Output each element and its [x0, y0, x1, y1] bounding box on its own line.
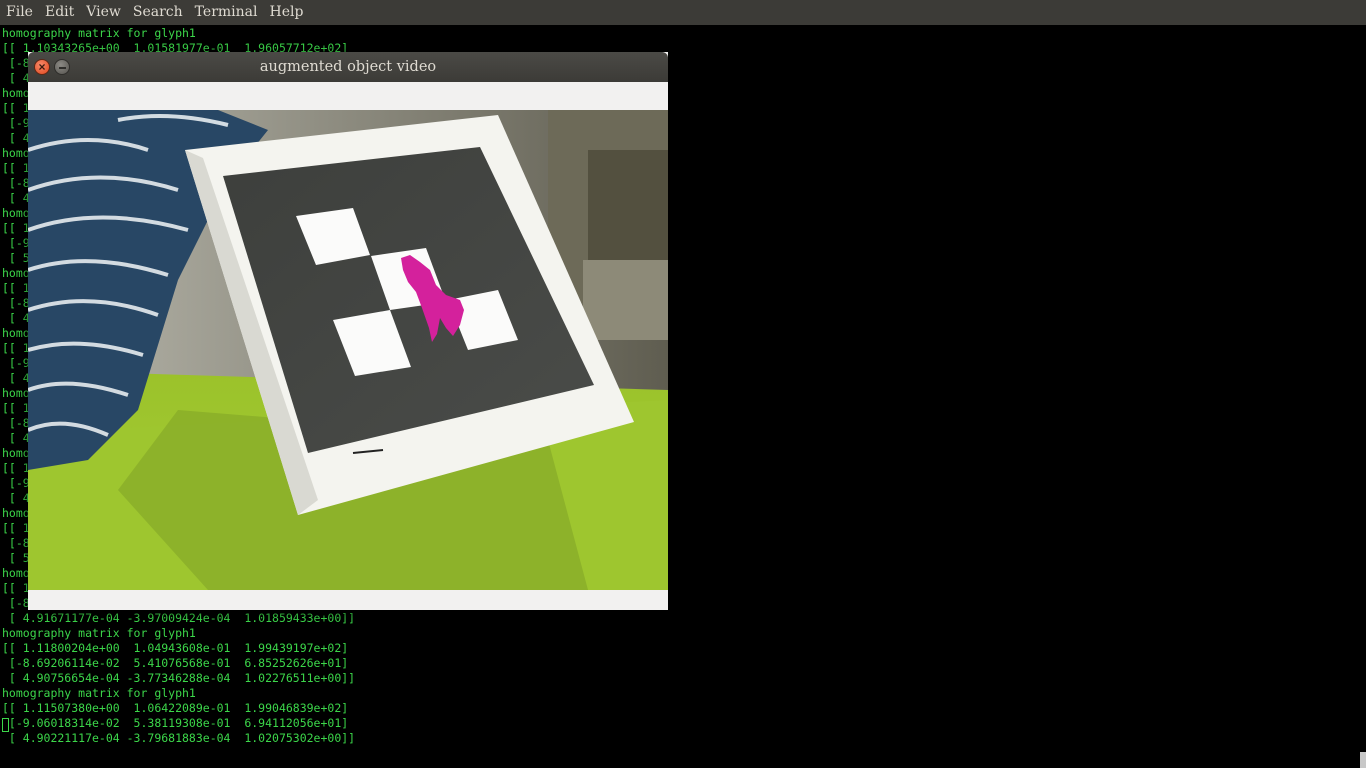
- video-frame: [28, 110, 668, 590]
- terminal-line: [ 4: [2, 431, 30, 445]
- menu-view[interactable]: View: [80, 0, 127, 25]
- terminal-line: [-9.06018314e-02 5.38119308e-01 6.941120…: [2, 716, 349, 730]
- terminal-line: [ 4.91671177e-04 -3.97009424e-04 1.01859…: [2, 611, 356, 625]
- terminal-line: [-8: [2, 536, 30, 550]
- terminal-line: [[ 1: [2, 101, 30, 115]
- terminal-line: [ 4.90221117e-04 -3.79681883e-04 1.02075…: [2, 731, 356, 745]
- terminal-line: [-9: [2, 356, 30, 370]
- terminal-line: homography matrix for glyph1: [2, 686, 196, 700]
- terminal-line: homography matrix for glyph1: [2, 626, 196, 640]
- terminal-line: [[ 1: [2, 221, 30, 235]
- terminal-line: [-8: [2, 596, 30, 610]
- menubar: File Edit View Search Terminal Help: [0, 0, 1366, 25]
- terminal-line: homo: [2, 86, 30, 100]
- terminal-line: [-8: [2, 296, 30, 310]
- terminal-line: [ 4: [2, 71, 30, 85]
- terminal-line: homo: [2, 206, 30, 220]
- terminal-line: homo: [2, 266, 30, 280]
- terminal-line: [ 5: [2, 551, 30, 565]
- terminal-line: [-9: [2, 476, 30, 490]
- scrollbar-thumb[interactable]: [1360, 752, 1366, 768]
- menu-search[interactable]: Search: [127, 0, 189, 25]
- augmented-video-window: × augmented object video: [28, 52, 668, 610]
- terminal-line: [ 4: [2, 191, 30, 205]
- terminal-line: homo: [2, 386, 30, 400]
- terminal-cursor: [2, 718, 9, 732]
- window-titlebar[interactable]: × augmented object video: [28, 52, 668, 82]
- terminal-line: [ 4.90756654e-04 -3.77346288e-04 1.02276…: [2, 671, 356, 685]
- terminal-line: [ 5: [2, 251, 30, 265]
- terminal-line: [[ 1: [2, 521, 30, 535]
- terminal-line: [-9: [2, 116, 30, 130]
- terminal-line: homo: [2, 146, 30, 160]
- menu-help[interactable]: Help: [264, 0, 310, 25]
- terminal-line: [[ 1.11507380e+00 1.06422089e-01 1.99046…: [2, 701, 349, 715]
- terminal-line: [-8.69206114e-02 5.41076568e-01 6.852526…: [2, 656, 349, 670]
- window-top-area: [28, 82, 668, 110]
- terminal-line: [[ 1: [2, 461, 30, 475]
- terminal-line: [ 4: [2, 311, 30, 325]
- terminal-line: [[ 1: [2, 161, 30, 175]
- terminal-line: homography matrix for glyph1: [2, 26, 196, 40]
- terminal-line: [ 4: [2, 371, 30, 385]
- terminal-line: homo: [2, 566, 30, 580]
- terminal-line: [-9: [2, 236, 30, 250]
- terminal-scrollbar[interactable]: [1360, 26, 1366, 768]
- terminal-line: [[ 1: [2, 401, 30, 415]
- terminal-line: [ 4: [2, 491, 30, 505]
- terminal-line: [[ 1: [2, 281, 30, 295]
- menu-file[interactable]: File: [0, 0, 39, 25]
- window-bottom-area: [28, 590, 668, 610]
- terminal-line: [-8: [2, 176, 30, 190]
- terminal-line: homo: [2, 326, 30, 340]
- terminal-line: homo: [2, 446, 30, 460]
- terminal-line: [[ 1.11800204e+00 1.04943608e-01 1.99439…: [2, 641, 349, 655]
- menu-terminal[interactable]: Terminal: [189, 0, 264, 25]
- window-title: augmented object video: [259, 59, 437, 75]
- terminal-line: [ 4: [2, 131, 30, 145]
- terminal-line: [-8: [2, 56, 30, 70]
- menu-edit[interactable]: Edit: [39, 0, 80, 25]
- terminal-line: [-8: [2, 416, 30, 430]
- terminal-line: [[ 1: [2, 341, 30, 355]
- terminal-line: homo: [2, 506, 30, 520]
- terminal-line: [[ 1: [2, 581, 30, 595]
